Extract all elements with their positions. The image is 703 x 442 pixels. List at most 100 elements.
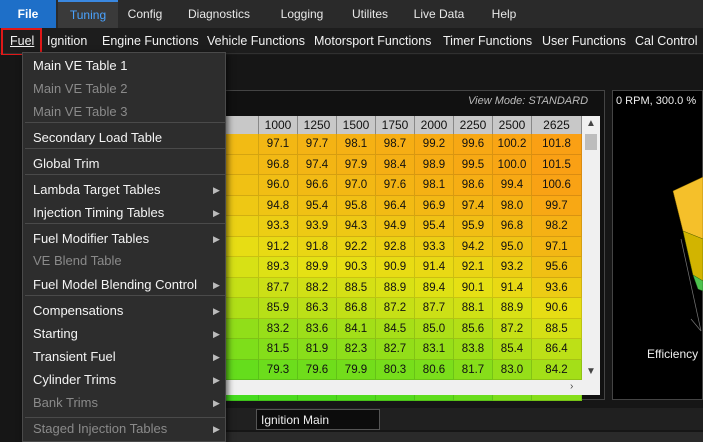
- table-cell[interactable]: 85.4: [493, 339, 532, 360]
- tab-logging[interactable]: Logging: [274, 0, 330, 28]
- table-cell[interactable]: 88.5: [532, 318, 582, 339]
- table-cell[interactable]: 90.6: [532, 298, 582, 319]
- menu-item-main-ve-table-1[interactable]: Main VE Table 1: [33, 58, 127, 73]
- menu-item-injection-timing-tables[interactable]: Injection Timing Tables: [33, 205, 164, 220]
- table-cell[interactable]: 98.6: [454, 175, 493, 196]
- table-cell[interactable]: 88.1: [454, 298, 493, 319]
- table-cell[interactable]: 98.1: [337, 134, 376, 155]
- tab-tuning[interactable]: Tuning: [58, 0, 118, 28]
- table-cell[interactable]: 94.9: [376, 216, 415, 237]
- tab-help[interactable]: Help: [486, 0, 522, 28]
- table-cell[interactable]: [222, 298, 259, 319]
- table-cell[interactable]: 88.5: [337, 277, 376, 298]
- table-cell[interactable]: 97.6: [376, 175, 415, 196]
- table-cell[interactable]: 97.0: [337, 175, 376, 196]
- table-cell[interactable]: 93.9: [298, 216, 337, 237]
- scroll-right-icon[interactable]: ›: [570, 381, 573, 392]
- menu-vehicle-functions[interactable]: Vehicle Functions: [207, 28, 305, 54]
- table-cell[interactable]: 86.4: [532, 339, 582, 360]
- table-cell[interactable]: 87.7: [259, 277, 298, 298]
- table-cell[interactable]: 93.3: [259, 216, 298, 237]
- table-cell[interactable]: 93.2: [493, 257, 532, 278]
- table-cell[interactable]: 93.3: [415, 236, 454, 257]
- table-cell[interactable]: 83.6: [298, 318, 337, 339]
- table-cell[interactable]: [222, 339, 259, 360]
- table-cell[interactable]: 100.2: [493, 134, 532, 155]
- menu-item-ve-blend-table[interactable]: VE Blend Table: [33, 253, 122, 268]
- table-cell[interactable]: 100.6: [532, 175, 582, 196]
- table-cell[interactable]: 84.5: [376, 318, 415, 339]
- menu-ignition[interactable]: Ignition: [47, 28, 87, 54]
- menu-engine-functions[interactable]: Engine Functions: [102, 28, 199, 54]
- table-cell[interactable]: 101.8: [532, 134, 582, 155]
- table-cell[interactable]: 96.4: [376, 195, 415, 216]
- table-column-header[interactable]: 1500: [337, 116, 376, 134]
- table-cell[interactable]: [222, 216, 259, 237]
- table-cell[interactable]: 93.6: [532, 277, 582, 298]
- tab-live-data[interactable]: Live Data: [410, 0, 468, 28]
- table-cell[interactable]: 99.2: [415, 134, 454, 155]
- tab-file[interactable]: File: [0, 0, 56, 28]
- table-cell[interactable]: 88.9: [376, 277, 415, 298]
- table-cell[interactable]: 96.0: [259, 175, 298, 196]
- table-cell[interactable]: 98.9: [415, 154, 454, 175]
- table-column-header[interactable]: 1750: [376, 116, 415, 134]
- menu-item-transient-fuel[interactable]: Transient Fuel: [33, 349, 116, 364]
- table-cell[interactable]: 91.8: [298, 236, 337, 257]
- table-cell[interactable]: 96.8: [259, 154, 298, 175]
- table-cell[interactable]: 91.4: [415, 257, 454, 278]
- table-cell[interactable]: 92.8: [376, 236, 415, 257]
- table-cell[interactable]: 90.9: [376, 257, 415, 278]
- table-cell[interactable]: 97.9: [337, 154, 376, 175]
- table-horizontal-scrollbar[interactable]: [222, 380, 600, 395]
- scroll-up-icon[interactable]: ▲: [586, 118, 596, 129]
- table-cell[interactable]: 98.4: [376, 154, 415, 175]
- table-cell[interactable]: 88.9: [493, 298, 532, 319]
- table-cell[interactable]: [222, 359, 259, 380]
- table-vertical-scrollbar[interactable]: [582, 116, 600, 380]
- table-cell[interactable]: 89.3: [259, 257, 298, 278]
- table-cell[interactable]: 96.8: [493, 216, 532, 237]
- table-cell[interactable]: 86.8: [337, 298, 376, 319]
- table-cell[interactable]: 92.2: [337, 236, 376, 257]
- table-cell[interactable]: [222, 277, 259, 298]
- table-cell[interactable]: 83.1: [415, 339, 454, 360]
- scroll-down-icon[interactable]: ▼: [586, 366, 596, 377]
- table-cell[interactable]: [222, 257, 259, 278]
- menu-item-starting[interactable]: Starting: [33, 326, 78, 341]
- menu-item-fuel-modifier-tables[interactable]: Fuel Modifier Tables: [33, 231, 149, 246]
- menu-user-functions[interactable]: User Functions: [542, 28, 626, 54]
- table-cell[interactable]: 97.4: [298, 154, 337, 175]
- table-cell[interactable]: 85.0: [415, 318, 454, 339]
- table-cell[interactable]: 99.5: [454, 154, 493, 175]
- menu-item-cylinder-trims[interactable]: Cylinder Trims: [33, 372, 116, 387]
- table-cell[interactable]: 95.6: [532, 257, 582, 278]
- menu-item-main-ve-table-3[interactable]: Main VE Table 3: [33, 104, 127, 119]
- table-cell[interactable]: [222, 236, 259, 257]
- menu-motorsport-functions[interactable]: Motorsport Functions: [314, 28, 431, 54]
- menu-item-lambda-target-tables[interactable]: Lambda Target Tables: [33, 182, 160, 197]
- table-column-header[interactable]: 2000: [415, 116, 454, 134]
- table-column-header[interactable]: 2250: [454, 116, 493, 134]
- table-cell[interactable]: 81.5: [259, 339, 298, 360]
- table-cell[interactable]: 96.9: [415, 195, 454, 216]
- table-cell[interactable]: 89.4: [415, 277, 454, 298]
- menu-timer-functions[interactable]: Timer Functions: [443, 28, 532, 54]
- table-cell[interactable]: 79.9: [337, 359, 376, 380]
- table-cell[interactable]: 83.2: [259, 318, 298, 339]
- table-cell[interactable]: 82.7: [376, 339, 415, 360]
- table-cell[interactable]: 99.4: [493, 175, 532, 196]
- tab-utilites[interactable]: Utilites: [346, 0, 394, 28]
- table-cell[interactable]: 90.3: [337, 257, 376, 278]
- table-cell[interactable]: 80.3: [376, 359, 415, 380]
- table-cell[interactable]: 85.6: [454, 318, 493, 339]
- menu-item-staged-injection-tables[interactable]: Staged Injection Tables: [33, 421, 167, 436]
- table-column-header[interactable]: 2625: [532, 116, 582, 134]
- table-cell[interactable]: 95.4: [298, 195, 337, 216]
- table-cell[interactable]: 87.2: [376, 298, 415, 319]
- table-cell[interactable]: 95.9: [454, 216, 493, 237]
- table-cell[interactable]: 85.9: [259, 298, 298, 319]
- table-column-header[interactable]: 2500: [493, 116, 532, 134]
- table-cell[interactable]: 91.2: [259, 236, 298, 257]
- menu-item-bank-trims[interactable]: Bank Trims: [33, 395, 98, 410]
